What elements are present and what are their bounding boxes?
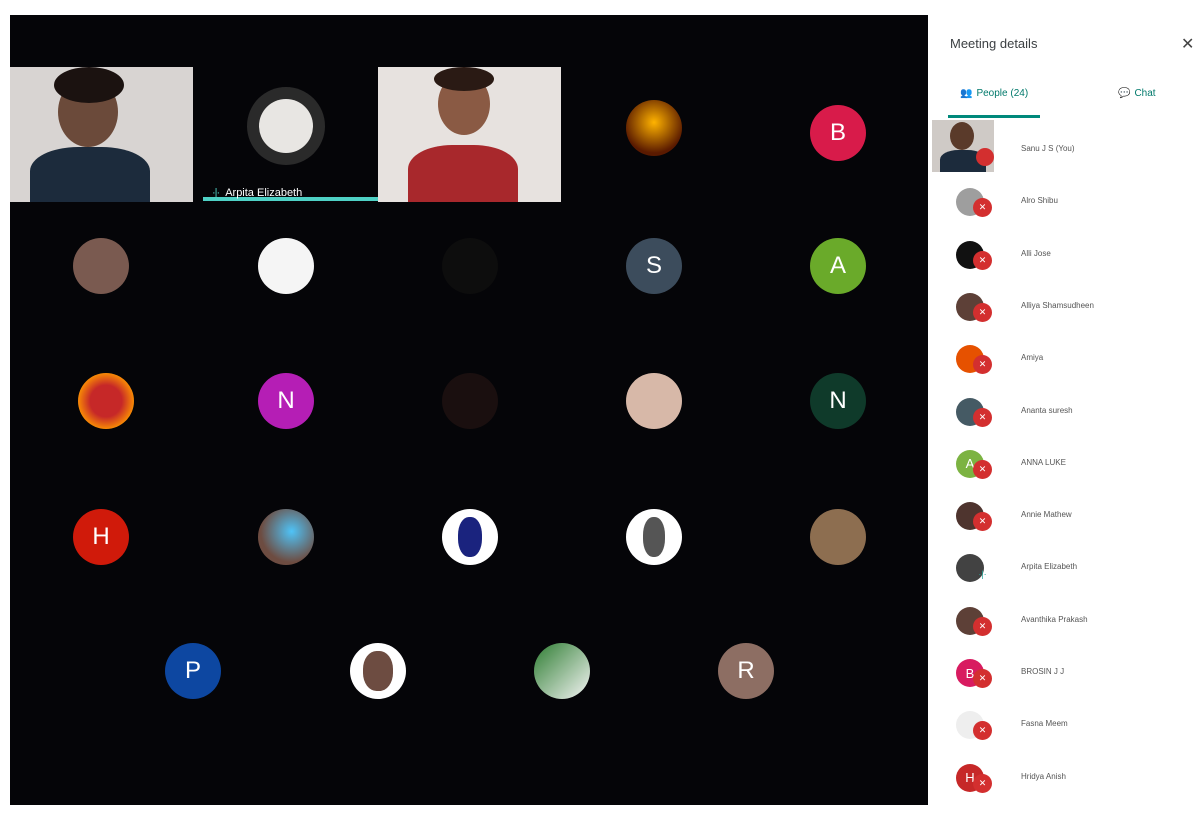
avatar-photo [626,509,682,565]
participant-row[interactable]: Sanu J S (You) [956,136,1196,176]
participant-name: Hridya Anish [1021,771,1066,781]
participant-row[interactable]: H ✕ Hridya Anish [956,763,1196,804]
mic-off-icon: ✕ [973,616,992,636]
avatar-initial: B [810,105,866,161]
participant-row[interactable]: ✕ Avanthika Prakash [956,606,1196,647]
speaker-name-label: ·|· Arpita Elizabeth [212,187,302,199]
mic-off-icon: ✕ [973,669,992,688]
participant-name: Ananta suresh [1021,405,1073,415]
video-tile-host[interactable] [10,67,193,202]
participant-name: Alli Jose [1021,248,1051,258]
hair-shape [434,67,494,91]
video-tile-participant[interactable] [378,67,561,202]
avatar-photo [78,373,134,429]
participant-name: ANNA LUKE [1021,457,1066,467]
panel-title: Meeting details [950,36,1038,51]
mic-off-icon: ✕ [973,407,992,427]
avatar-initial: S [626,238,682,294]
avatar-photo [442,373,498,429]
shirt-shape [30,147,150,202]
mic-off-icon: ✕ [973,302,992,322]
avatar-photo [810,509,866,565]
participant-row[interactable]: ✕ Alliya Shamsudheen [956,292,1196,333]
tab-people-label: People (24) [976,88,1029,99]
mic-off-icon: ✕ [973,773,992,793]
meeting-details-panel: Meeting details ✕ 👥 People (24) 💬 Chat S… [930,0,1201,813]
avatar-photo [534,643,590,699]
avatar-photo [442,238,498,294]
avatar-photo [626,100,682,156]
close-icon[interactable]: ✕ [1181,34,1194,54]
participant-name: Amiya [1021,353,1044,363]
avatar-photo [258,509,314,565]
avatar-photo [258,238,314,294]
speaking-icon: ·|· [978,568,987,579]
participant-row[interactable]: ✕ Fasna Meem [956,711,1196,751]
speaker-name: Arpita Elizabeth [225,187,303,199]
mic-off-icon: ✕ [973,459,992,479]
avatar-initial: N [258,373,314,429]
tab-people[interactable]: 👥 People (24) [960,88,1028,99]
participant-name: Fasna Meem [1021,719,1068,729]
participant-name: Sanu J S (You) [1021,144,1075,153]
chat-icon: 💬 [1118,88,1131,99]
video-grid: ·|· Arpita Elizabeth B S A N N H P R [10,15,928,805]
mic-off-icon: ✕ [973,250,992,270]
mic-off-icon: ✕ [973,512,992,532]
participant-name: Annie Mathew [1021,510,1072,520]
speaking-icon: ·|· [212,187,220,199]
mic-off-icon: ✕ [973,355,992,375]
participant-name: BROSIN J J [1021,667,1065,676]
participant-row[interactable]: ✕ Alli Jose [956,240,1196,281]
participant-name: Arpita Elizabeth [1021,562,1078,572]
mic-off-icon: ✕ [973,198,992,218]
active-tab-indicator [948,115,1040,118]
participant-row[interactable]: ✕ Annie Mathew [956,502,1196,542]
people-icon: 👥 [960,88,973,99]
avatar-photo [442,509,498,565]
tab-chat[interactable]: 💬 Chat [1118,88,1156,99]
avatar-initial: N [810,373,866,429]
participant-row[interactable]: ✕ Alro Shibu [956,188,1196,228]
participant-name: Alro Shibu [1021,196,1058,206]
participant-name: Avanthika Prakash [1021,614,1088,624]
participant-name: Alliya Shamsudheen [1021,300,1094,310]
avatar-photo [626,373,682,429]
avatar-initial: H [73,509,129,565]
hair-shape [54,67,124,103]
mic-off-icon: ✕ [973,721,992,741]
avatar-initial: R [718,643,774,699]
participant-row[interactable]: B ✕ BROSIN J J [956,659,1196,699]
participant-row[interactable]: ·|· Arpita Elizabeth [956,554,1196,594]
avatar-initial: A [810,238,866,294]
participant-row[interactable]: ✕ Amiya [956,345,1196,385]
tab-chat-label: Chat [1134,88,1156,99]
avatar-photo [247,87,325,165]
participant-row[interactable]: A ✕ ANNA LUKE [956,449,1196,490]
avatar-photo [350,643,406,699]
avatar-initial: P [165,643,221,699]
jacket-shape [408,145,518,202]
participant-row[interactable]: ✕ Ananta suresh [956,397,1196,438]
avatar-photo [73,238,129,294]
